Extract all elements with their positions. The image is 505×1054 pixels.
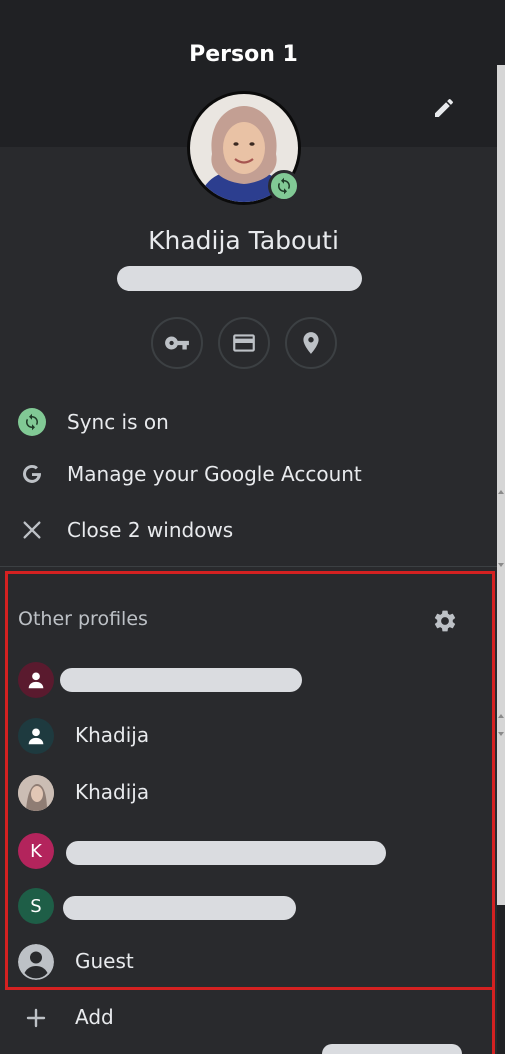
- sync-label: Sync is on: [67, 410, 169, 434]
- profile-avatar-initial: S: [18, 888, 54, 924]
- edit-profile-button[interactable]: [428, 92, 460, 124]
- divider: [0, 566, 497, 567]
- window-edge: [322, 1044, 462, 1054]
- profile-name-redacted: [60, 668, 302, 692]
- credit-card-icon: [233, 334, 255, 352]
- manage-profiles-button[interactable]: [429, 605, 461, 637]
- profile-avatar-person-icon: [18, 718, 54, 754]
- guest-profile-item[interactable]: Guest: [0, 940, 490, 986]
- plus-icon: [18, 1000, 54, 1036]
- close-icon: [18, 516, 46, 544]
- profile-avatar-initial: K: [18, 833, 54, 869]
- profile-name-redacted: [63, 896, 296, 920]
- profile-menu: Person 1 Khadija Tabouti Sync is on Mana…: [0, 0, 505, 1054]
- manage-account-label: Manage your Google Account: [67, 462, 362, 486]
- profile-item[interactable]: [0, 658, 490, 704]
- highlight-annotation-line: [492, 990, 495, 1054]
- key-icon: [165, 336, 189, 350]
- other-profiles-title: Other profiles: [18, 608, 148, 630]
- profile-item[interactable]: Khadija: [0, 714, 490, 760]
- payment-methods-button[interactable]: [218, 317, 270, 369]
- profile-item[interactable]: Khadija: [0, 771, 490, 817]
- profile-avatar-person-icon: [18, 662, 54, 698]
- profile-name: Khadija Tabouti: [148, 226, 339, 255]
- profile-title: Person 1: [189, 42, 298, 67]
- profile-item[interactable]: S: [0, 884, 490, 930]
- profile-avatar-photo-icon: [18, 775, 54, 811]
- passwords-button[interactable]: [151, 317, 203, 369]
- profile-item[interactable]: K: [0, 829, 490, 875]
- location-pin-icon: [303, 332, 319, 354]
- gear-icon: [434, 610, 456, 632]
- add-profile-row[interactable]: Add: [0, 996, 490, 1042]
- sync-status-badge: [268, 170, 300, 202]
- google-g-icon: [18, 460, 46, 488]
- sync-on-icon: [18, 408, 46, 436]
- manage-account-row[interactable]: Manage your Google Account: [0, 452, 497, 496]
- email-redacted: [117, 266, 362, 291]
- guest-icon: [18, 944, 54, 980]
- addresses-button[interactable]: [285, 317, 337, 369]
- add-label: Add: [75, 1005, 114, 1029]
- profile-name-redacted: [66, 841, 386, 865]
- browser-edge: [497, 0, 505, 1054]
- pencil-icon: [435, 98, 454, 117]
- profile-label: Khadija: [75, 723, 150, 747]
- guest-label: Guest: [75, 949, 134, 973]
- sync-icon: [278, 177, 290, 195]
- sync-row[interactable]: Sync is on: [0, 400, 497, 444]
- close-windows-row[interactable]: Close 2 windows: [0, 508, 497, 552]
- profile-label: Khadija: [75, 780, 150, 804]
- close-windows-label: Close 2 windows: [67, 518, 234, 542]
